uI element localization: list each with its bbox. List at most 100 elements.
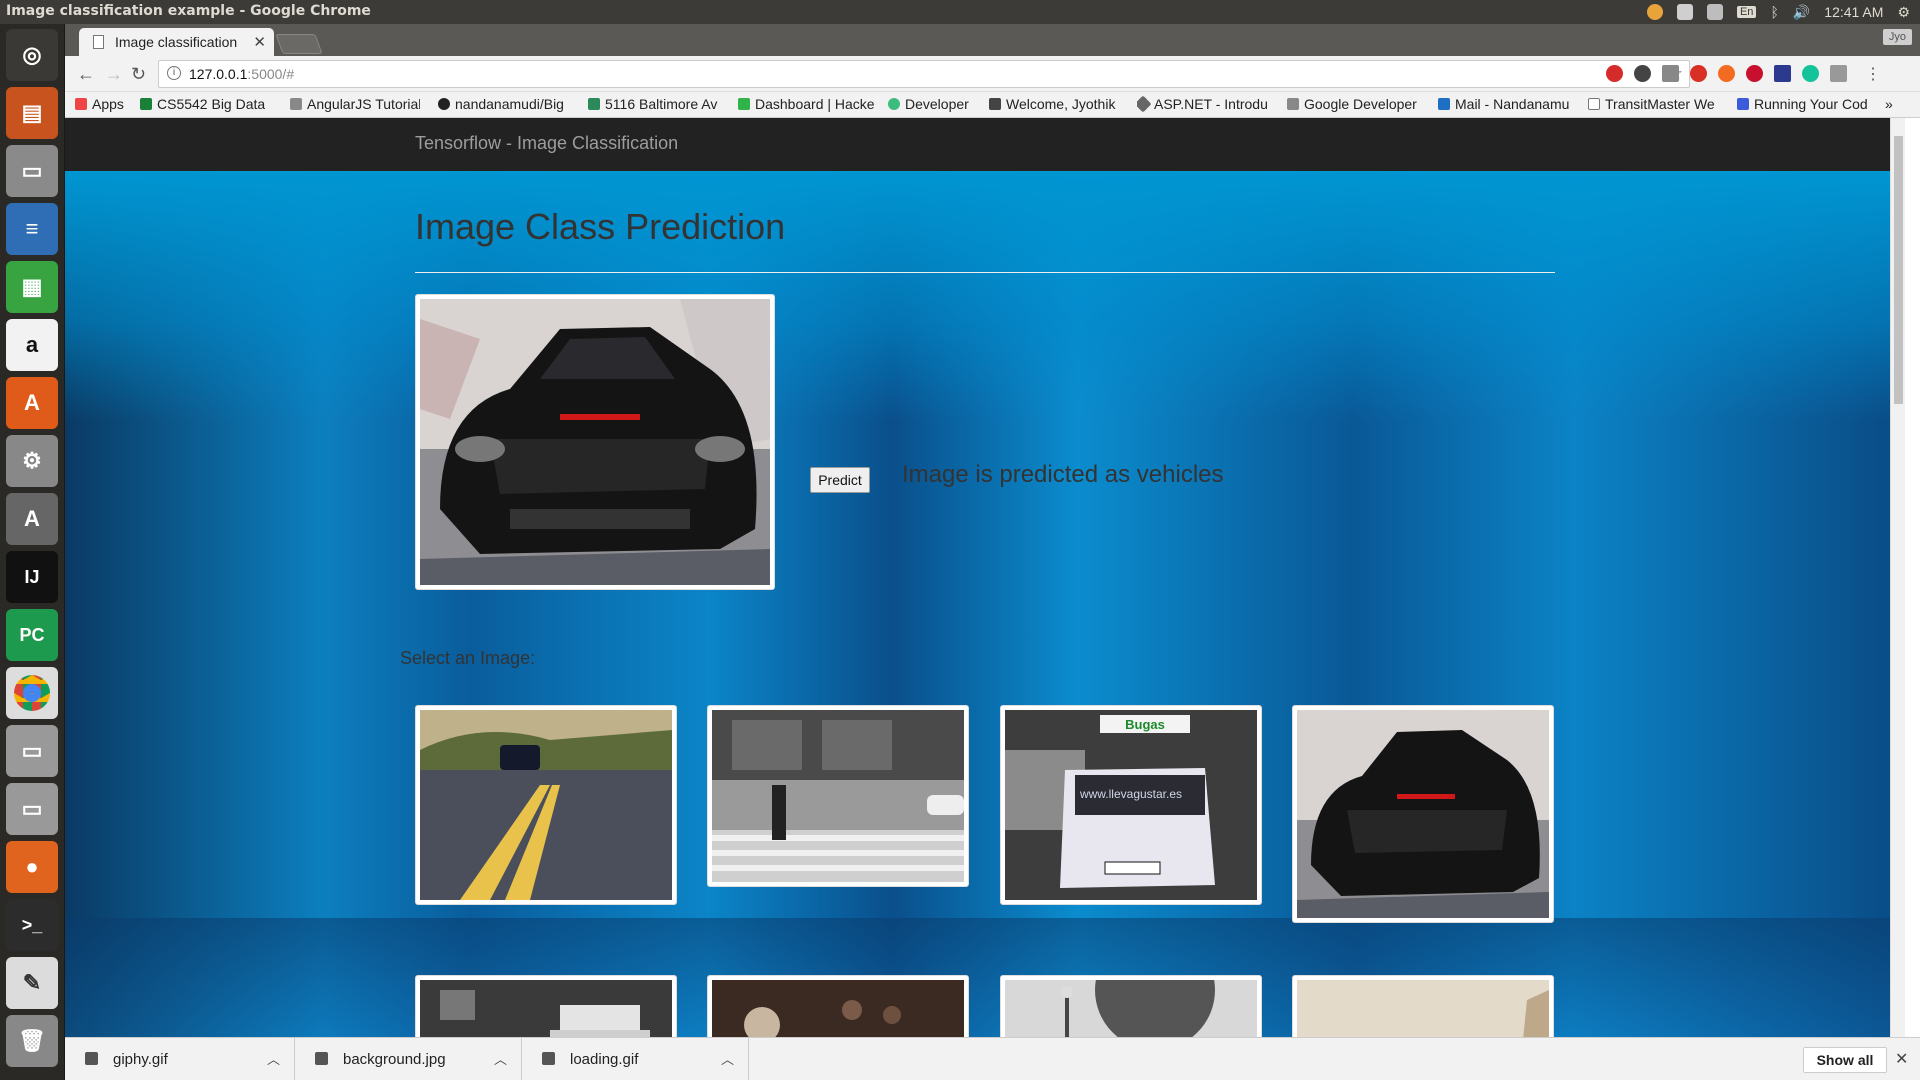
close-icon[interactable]: ✕ — [1895, 1049, 1908, 1069]
bookmark-item[interactable]: Apps — [75, 96, 124, 112]
tab-title: Image classification — [115, 34, 238, 50]
tab-image-classification[interactable]: Image classification ✕ — [79, 28, 274, 56]
car-thumbnail-image — [1297, 710, 1549, 918]
page-scrollbar[interactable] — [1890, 118, 1905, 1037]
gallery-image-sepia[interactable] — [1292, 975, 1554, 1037]
bookmark-item[interactable]: nandanamudi/Big — [438, 96, 571, 112]
software-updater-icon[interactable]: A — [6, 493, 58, 545]
bookmark-item[interactable]: Welcome, Jyothik — [989, 96, 1124, 112]
gallery-image-crosswalk[interactable] — [707, 705, 969, 887]
forward-icon[interactable]: → — [105, 64, 123, 85]
zotero-extension-icon[interactable] — [1774, 65, 1791, 82]
trash-icon[interactable]: 🗑 — [6, 1015, 58, 1067]
calc-icon[interactable]: ▦ — [6, 261, 58, 313]
gallery-image-van[interactable]: Bugas www.llevagustar.es — [1000, 705, 1262, 905]
info-icon[interactable]: i — [167, 66, 181, 80]
house-icon — [588, 98, 600, 110]
download-item[interactable]: background.jpg ︿ — [295, 1038, 522, 1080]
extension-icon[interactable] — [1830, 65, 1847, 82]
screenshot-extension-icon[interactable] — [1662, 65, 1679, 82]
clock[interactable]: 12:41 AM — [1824, 4, 1883, 20]
chevron-right-icon[interactable]: » — [1885, 96, 1893, 112]
grammarly-extension-icon[interactable] — [1802, 65, 1819, 82]
bookmark-item[interactable]: CS5542 Big Data A — [140, 96, 265, 112]
files-icon[interactable]: ▭ — [6, 145, 58, 197]
bookmark-item[interactable]: Mail - Nandanamu — [1438, 96, 1573, 112]
gmail-extension-icon[interactable] — [1690, 65, 1707, 82]
download-item[interactable]: loading.gif ︿ — [522, 1038, 749, 1080]
download-filename: giphy.gif — [113, 1051, 168, 1068]
background-band — [65, 918, 1905, 1037]
bookmark-item[interactable]: ASP.NET - Introdu — [1137, 96, 1273, 112]
bookmark-label: ASP.NET - Introdu — [1154, 96, 1268, 112]
microphone-extension-icon[interactable] — [1634, 65, 1651, 82]
bookmark-item[interactable]: 5116 Baltimore Av — [588, 96, 723, 112]
menu-list-icon[interactable] — [1676, 4, 1693, 20]
chevron-up-icon[interactable]: ︿ — [721, 1049, 734, 1068]
code-icon — [1287, 98, 1299, 110]
keyboard-layout[interactable]: En — [1736, 6, 1757, 18]
adblock-extension-icon[interactable] — [1746, 65, 1763, 82]
gallery-image-grease[interactable] — [415, 975, 677, 1037]
window-title: Image classification example - Google Ch… — [6, 3, 371, 19]
page-icon — [93, 35, 104, 49]
gallery-image-tree[interactable] — [1000, 930, 1262, 1037]
menu-icon[interactable]: ⋮ — [1865, 64, 1881, 84]
opera-extension-icon[interactable] — [1606, 65, 1623, 82]
firefox-icon[interactable]: ● — [6, 841, 58, 893]
bookmark-item[interactable]: Dashboard | Hacke — [738, 96, 874, 112]
volume-icon[interactable]: 🔊 — [1793, 4, 1810, 21]
address-bar[interactable]: i 127.0.0.1:5000/# ☆ — [158, 60, 1690, 88]
gallery-image-crowd[interactable] — [707, 975, 969, 1037]
page-icon — [1588, 98, 1600, 110]
writer-icon[interactable]: ≡ — [6, 203, 58, 255]
developer-icon — [888, 98, 900, 110]
bookmark-label: Mail - Nandanamu — [1455, 96, 1570, 112]
profile-button[interactable]: Jyo — [1882, 29, 1912, 45]
impress-icon[interactable]: ▤ — [6, 87, 58, 139]
bookmark-label: nandanamudi/Big — [455, 96, 564, 112]
back-icon[interactable]: ← — [77, 64, 95, 85]
amazon-icon[interactable]: a — [6, 319, 58, 371]
ubuntu-dash-icon[interactable]: ◎ — [6, 29, 58, 81]
todo-extension-icon[interactable] — [1718, 65, 1735, 82]
chevron-up-icon[interactable]: ︿ — [267, 1049, 280, 1068]
bluetooth-icon[interactable]: ᛒ — [1770, 4, 1778, 20]
navbar-brand[interactable]: Tensorflow - Image Classification — [415, 133, 678, 154]
chrome-tray-icon[interactable] — [1646, 4, 1663, 20]
software-center-icon[interactable]: A — [6, 377, 58, 429]
bookmark-item[interactable]: Google Developer — [1287, 96, 1422, 112]
predict-button[interactable]: Predict — [810, 467, 870, 493]
new-tab-button[interactable] — [275, 34, 323, 54]
gallery-image-road[interactable] — [415, 705, 677, 905]
file-icon — [85, 1052, 98, 1065]
bookmark-item[interactable]: TransitMaster We — [1588, 96, 1723, 112]
github-icon — [438, 98, 450, 110]
chevron-up-icon[interactable]: ︿ — [494, 1049, 507, 1068]
gear-icon[interactable]: ⚙ — [1897, 4, 1910, 21]
drive-1-icon[interactable]: ▭ — [6, 725, 58, 777]
scrollbar-thumb[interactable] — [1894, 136, 1903, 404]
chrome-icon[interactable] — [6, 667, 58, 719]
apps-icon — [75, 98, 87, 110]
bookmark-item[interactable]: Developer — [888, 96, 988, 112]
text-editor-icon[interactable]: ✎ — [6, 957, 58, 1009]
background-glow — [65, 171, 1905, 421]
bookmark-item[interactable]: AngularJS Tutorial — [290, 96, 420, 112]
intellij-icon[interactable]: IJ — [6, 551, 58, 603]
sheet-icon — [140, 98, 152, 110]
close-icon[interactable]: ✕ — [253, 33, 266, 51]
gallery-image-car[interactable] — [1292, 705, 1554, 923]
reload-icon[interactable]: ↻ — [131, 64, 146, 85]
pycharm-icon[interactable]: PC — [6, 609, 58, 661]
page-viewport: Tensorflow - Image Classification Image … — [65, 118, 1905, 1037]
show-all-button[interactable]: Show all — [1803, 1047, 1887, 1073]
terminal-icon[interactable]: >_ — [6, 899, 58, 951]
bookmark-label: Dashboard | Hacke — [755, 96, 874, 112]
network-icon[interactable] — [1706, 4, 1723, 20]
bookmark-item[interactable]: Running Your Cod — [1737, 96, 1877, 112]
system-settings-icon[interactable]: ⚙ — [6, 435, 58, 487]
download-item[interactable]: giphy.gif ︿ — [65, 1038, 295, 1080]
drive-2-icon[interactable]: ▭ — [6, 783, 58, 835]
file-icon — [542, 1052, 555, 1065]
